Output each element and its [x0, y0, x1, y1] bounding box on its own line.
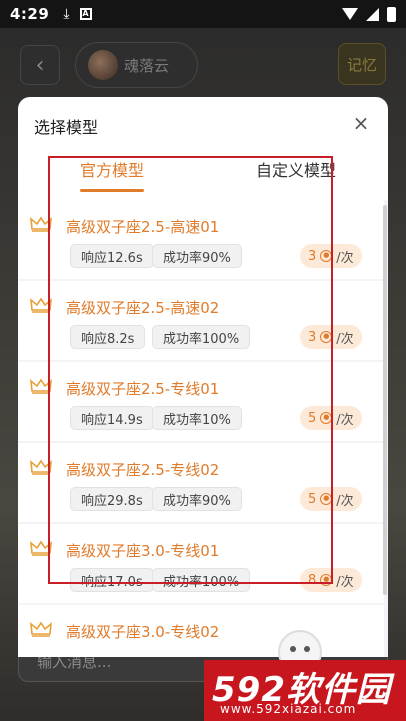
dialog-header: 选择模型 ×	[18, 97, 388, 147]
price-unit: /次	[336, 331, 354, 347]
highlight-annotation-box	[48, 156, 333, 584]
price-unit: /次	[336, 574, 354, 590]
status-time: 4:29	[10, 5, 50, 23]
chat-topbar: ‹ 魂落云 记忆	[0, 40, 406, 90]
download-icon: ⤓	[63, 6, 70, 22]
wifi-icon	[342, 8, 358, 20]
chevron-left-icon: ‹	[35, 52, 45, 78]
signal-icon	[366, 7, 379, 21]
dialog-title: 选择模型	[34, 118, 99, 137]
back-button[interactable]: ‹	[20, 45, 60, 85]
crown-icon	[30, 621, 52, 637]
memory-button[interactable]: 记忆	[338, 43, 386, 85]
watermark-url: www.592xiazai.com	[220, 702, 357, 716]
character-name: 魂落云	[124, 56, 170, 75]
model-item[interactable]: 高级双子座3.0-专线02	[18, 605, 384, 657]
character-pill[interactable]: 魂落云	[75, 42, 198, 88]
price-unit: /次	[336, 412, 354, 428]
site-watermark: 592软件园 www.592xiazai.com	[204, 660, 406, 721]
list-scrollbar[interactable]	[383, 205, 387, 595]
price-unit: /次	[336, 493, 354, 509]
battery-icon	[387, 6, 396, 22]
avatar	[88, 50, 118, 80]
close-icon[interactable]: ×	[352, 113, 370, 133]
notification-a-icon: A	[79, 8, 92, 20]
status-bar: 4:29 ⤓ A	[0, 0, 406, 28]
model-name: 高级双子座3.0-专线02	[66, 623, 220, 641]
price-unit: /次	[336, 250, 354, 266]
